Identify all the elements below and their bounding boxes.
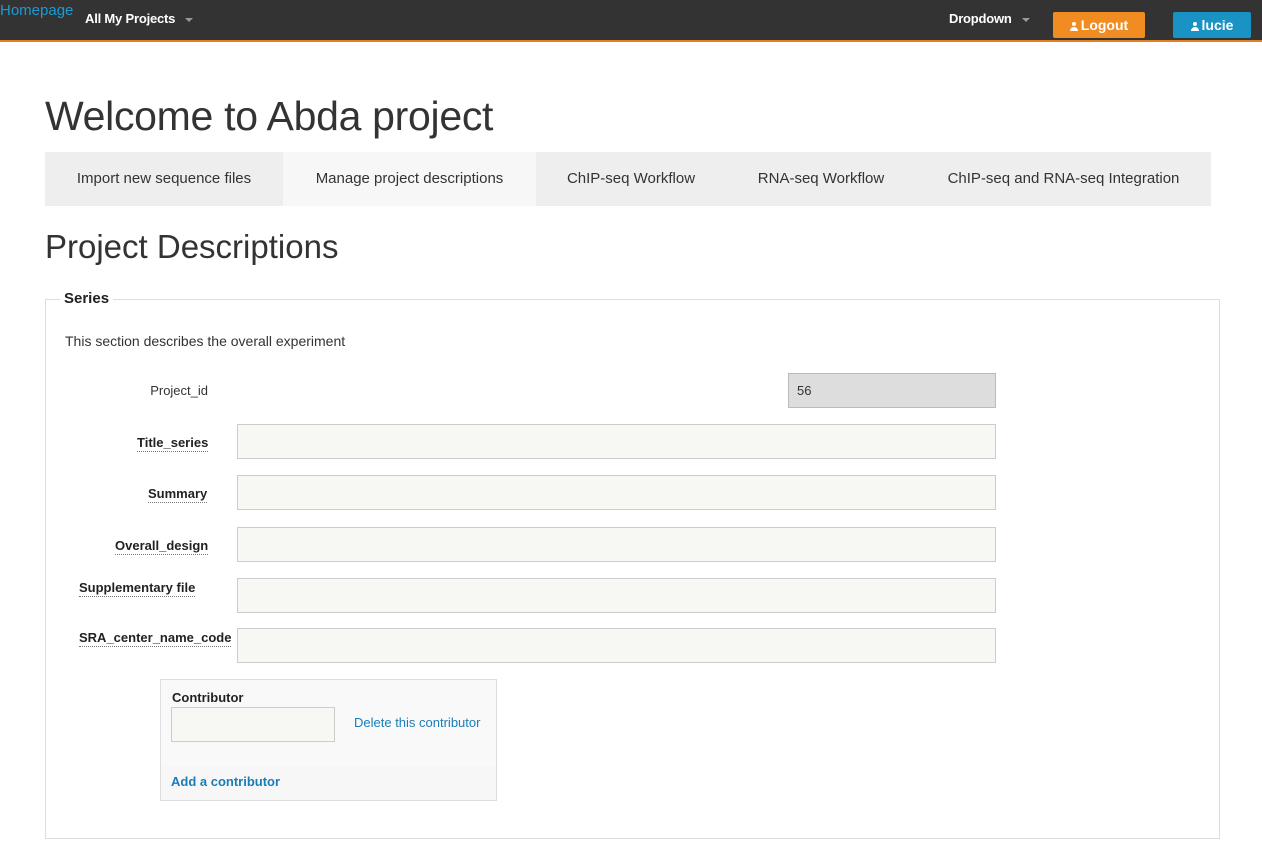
tab-rna-seq-workflow[interactable]: RNA-seq Workflow [726,152,916,206]
title-series-label: Title_series [137,435,209,452]
logout-label: Logout [1080,17,1129,33]
summary-label: Summary [148,486,208,503]
user-button[interactable]: lucie [1173,12,1251,38]
summary-input[interactable] [237,475,996,510]
chevron-down-icon [1021,17,1030,22]
contributor-panel: Contributor Delete this contributor Add … [160,679,497,801]
section-title: Project Descriptions [45,228,339,265]
tab-chip-rna-integration[interactable]: ChIP-seq and RNA-seq Integration [916,152,1211,206]
tab-bar: Import new sequence files Manage project… [45,152,1211,206]
add-contributor-link[interactable]: Add a contributor [171,774,280,789]
user-icon [1190,22,1199,31]
series-description: This section describes the overall exper… [65,333,346,349]
user-label: lucie [1201,17,1234,33]
tab-chip-seq-workflow[interactable]: ChIP-seq Workflow [536,152,726,206]
supplementary-file-label: Supplementary file [79,580,196,597]
logout-button[interactable]: Logout [1053,12,1145,38]
series-legend: Series [60,290,114,307]
contributor-entry: Contributor Delete this contributor [161,680,496,766]
user-icon [1069,22,1078,31]
tab-import-sequence-files[interactable]: Import new sequence files [45,152,283,206]
supplementary-file-input[interactable] [237,578,996,613]
chevron-down-icon [185,17,194,22]
dropdown-label: Dropdown [949,11,1012,26]
overall-design-label: Overall_design [115,538,209,555]
title-series-input[interactable] [237,424,996,459]
top-navbar: Homepage All My Projects Dropdown Logout… [0,0,1262,42]
contributor-label: Contributor [172,690,244,705]
all-projects-dropdown[interactable]: All My Projects [85,11,194,26]
tab-manage-project-descriptions[interactable]: Manage project descriptions [283,152,536,206]
homepage-link[interactable]: Homepage [0,2,73,19]
dropdown-menu[interactable]: Dropdown [949,11,1030,26]
sra-center-name-code-label: SRA_center_name_code [79,630,232,647]
project-id-field: 56 [788,373,996,408]
delete-contributor-link[interactable]: Delete this contributor [354,715,480,730]
page-title: Welcome to Abda project [45,93,494,139]
contributor-input[interactable] [171,707,335,742]
overall-design-input[interactable] [237,527,996,562]
project-id-label: Project_id [150,383,208,398]
all-projects-label: All My Projects [85,11,176,26]
sra-center-name-code-input[interactable] [237,628,996,663]
